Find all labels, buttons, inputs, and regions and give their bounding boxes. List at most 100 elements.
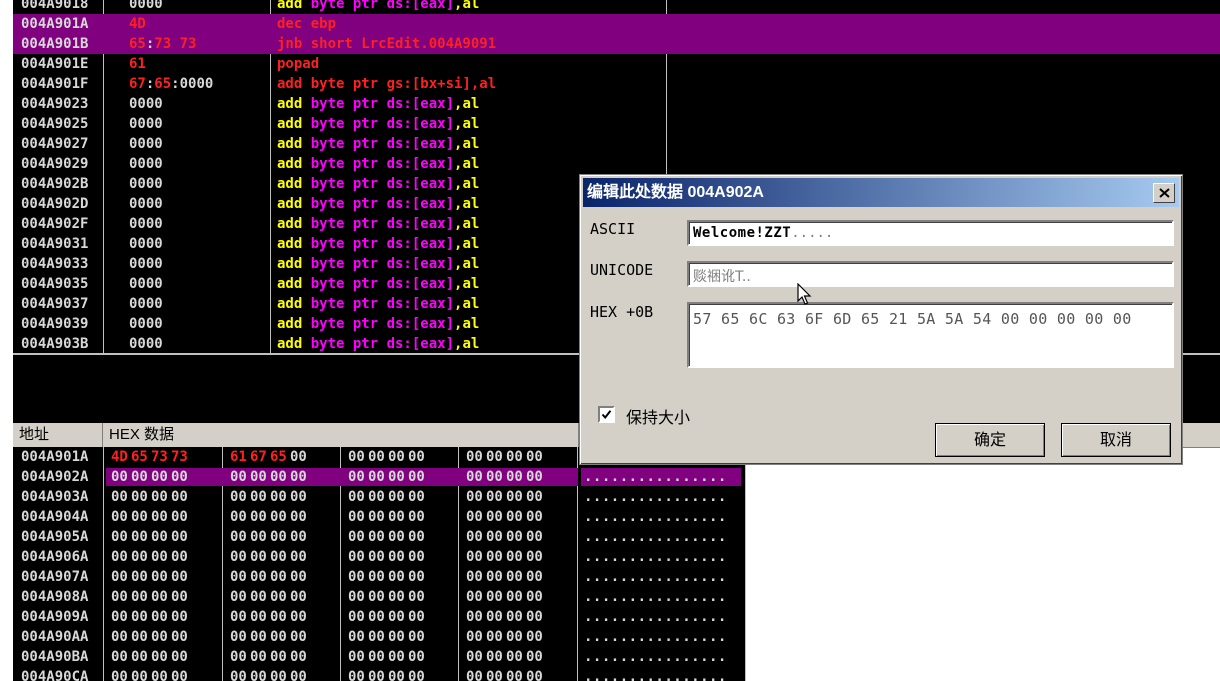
dump-byte: 00	[526, 609, 543, 625]
mouse-cursor-icon	[797, 283, 812, 305]
dump-byte: 00	[111, 549, 128, 565]
disasm-instruction: add byte ptr ds:[eax],al	[277, 334, 479, 353]
dump-row[interactable]: 004A90BA 00 00 00 00 00 00 00 00 00 00 00 00 00 00 00 00…	[13, 647, 746, 667]
disasm-row[interactable]: 004A9023 0000 add byte ptr ds:[eax],al	[13, 94, 1220, 114]
disasm-row[interactable]: 004A9027 0000 add byte ptr ds:[eax],al	[13, 134, 1220, 154]
dump-ascii: ................	[584, 469, 727, 485]
disasm-address: 004A901F	[21, 76, 89, 92]
dump-byte: 00	[368, 489, 385, 505]
hex-input[interactable]: 57 65 6C 63 6F 6D 65 21 5A 5A 54 00 00 0…	[687, 302, 1174, 368]
dump-row[interactable]: 004A905A 00 00 00 00 00 00 00 00 00 00 00 00 00 00 00 00…	[13, 527, 746, 547]
dump-row[interactable]: 004A90CA 00 00 00 00 00 00 00 00 00 00 00 00 00 00 00 00…	[13, 667, 746, 681]
dump-row[interactable]: 004A90AA 00 00 00 00 00 00 00 00 00 00 00 00 00 00 00 00…	[13, 627, 746, 647]
dump-byte: 00	[131, 589, 148, 605]
disasm-row[interactable]: 004A901F 67:65:0000 add byte ptr gs:[bx+si…	[13, 74, 1220, 94]
disasm-row[interactable]: 004A9018 0000 add byte ptr ds:[eax],al	[13, 0, 1220, 14]
dump-row[interactable]: 004A909A 00 00 00 00 00 00 00 00 00 00 00 00 00 00 00 00…	[13, 607, 746, 627]
dump-address: 004A90AA	[21, 629, 89, 645]
dump-byte: 00	[408, 529, 425, 545]
disasm-address: 004A901A	[21, 16, 89, 32]
dump-byte: 00	[111, 569, 128, 585]
instruction-segment: byte ptr ds:[eax]	[310, 336, 455, 352]
dump-byte: 00	[486, 449, 503, 465]
hex-segment: 0000	[129, 336, 163, 352]
header-hex-data[interactable]: HEX 数据	[103, 423, 579, 447]
dialog-title: 编辑此处数据 004A902A	[587, 184, 764, 201]
hex-segment: 73 73	[154, 36, 197, 52]
dump-body[interactable]: 004A901A 4D 65 73 73 61 67 65 00 00 00 00 00 00 00 00 00…	[13, 447, 746, 681]
disasm-instruction: add byte ptr ds:[eax],al	[277, 294, 479, 314]
dump-row[interactable]: 004A906A 00 00 00 00 00 00 00 00 00 00 00 00 00 00 00 00…	[13, 547, 746, 567]
instruction-segment: ,al	[454, 136, 480, 152]
dump-byte: 00	[230, 589, 247, 605]
hex-segment: 0000	[129, 96, 163, 112]
dump-byte: 00	[171, 549, 188, 565]
disasm-instruction: popad	[277, 54, 319, 74]
dump-byte: 00	[171, 629, 188, 645]
dump-byte: 00	[348, 569, 365, 585]
instruction-segment: byte ptr ds:[eax]	[310, 136, 455, 152]
dump-byte: 00	[270, 609, 287, 625]
dump-byte: 00	[111, 509, 128, 525]
dump-byte: 00	[111, 609, 128, 625]
dump-byte: 00	[486, 649, 503, 665]
close-icon	[1159, 188, 1170, 198]
dump-byte: 00	[290, 609, 307, 625]
dump-byte: 00	[368, 529, 385, 545]
dump-byte: 00	[486, 669, 503, 681]
dump-byte: 00	[111, 489, 128, 505]
disasm-row[interactable]: 004A9029 0000 add byte ptr ds:[eax],al	[13, 154, 1220, 174]
dump-byte: 00	[131, 629, 148, 645]
dump-row[interactable]: 004A902A 00 00 00 00 00 00 00 00 00 00 00 00 00 00 00 00…	[13, 467, 746, 487]
disasm-instruction: add byte ptr ds:[eax],al	[277, 254, 479, 274]
dump-byte: 00	[348, 669, 365, 681]
instruction-segment: byte ptr ds:[eax]	[310, 256, 455, 272]
disasm-hex: 4D	[129, 14, 146, 34]
dump-byte: 00	[111, 649, 128, 665]
disasm-address: 004A9035	[21, 276, 89, 292]
dump-byte: 00	[171, 569, 188, 585]
dump-byte: 00	[131, 509, 148, 525]
dump-byte: 00	[486, 489, 503, 505]
dump-byte: 00	[388, 569, 405, 585]
hex-segment: 0000	[129, 116, 163, 132]
ascii-input[interactable]: Welcome!ZZT.....	[687, 220, 1174, 246]
instruction-segment: byte ptr ds:[eax]	[310, 116, 455, 132]
dump-byte: 00	[506, 649, 523, 665]
dump-row[interactable]: 004A908A 00 00 00 00 00 00 00 00 00 00 00 00 00 00 00 00…	[13, 587, 746, 607]
dump-byte: 00	[151, 629, 168, 645]
dialog-titlebar[interactable]: 编辑此处数据 004A902A	[583, 178, 1179, 207]
close-button[interactable]	[1153, 183, 1175, 203]
dump-row[interactable]: 004A903A 00 00 00 00 00 00 00 00 00 00 00 00 00 00 00 00…	[13, 487, 746, 507]
instruction-segment: byte ptr ds:[eax]	[310, 276, 455, 292]
dump-byte: 00	[290, 669, 307, 681]
disasm-address: 004A902D	[21, 196, 89, 212]
disasm-row[interactable]: 004A9025 0000 add byte ptr ds:[eax],al	[13, 114, 1220, 134]
cancel-button[interactable]: 取消	[1061, 423, 1171, 457]
dump-byte: 00	[290, 549, 307, 565]
dump-row[interactable]: 004A907A 00 00 00 00 00 00 00 00 00 00 00 00 00 00 00 00…	[13, 567, 746, 587]
dump-address: 004A909A	[21, 609, 89, 625]
disasm-row[interactable]: 004A901A 4D dec ebp	[13, 14, 1220, 34]
dump-byte: 00	[368, 629, 385, 645]
header-address[interactable]: 地址	[13, 423, 103, 447]
disasm-row[interactable]: 004A901E 61 popad	[13, 54, 1220, 74]
dump-row[interactable]: 004A904A 00 00 00 00 00 00 00 00 00 00 00 00 00 00 00 00…	[13, 507, 746, 527]
hex-segment: 0000	[129, 316, 163, 332]
dump-byte: 00	[388, 629, 405, 645]
dump-byte: 00	[290, 529, 307, 545]
disasm-hex: 0000	[129, 174, 163, 194]
dump-byte: 00	[466, 489, 483, 505]
dump-byte: 00	[131, 529, 148, 545]
disasm-hex: 0000	[129, 154, 163, 174]
instruction-segment: add	[277, 156, 311, 172]
unicode-input[interactable]: 赕祵讹T..	[687, 261, 1174, 287]
ok-button[interactable]: 确定	[935, 423, 1045, 457]
disasm-hex: 0000	[129, 114, 163, 134]
dump-byte: 00	[151, 469, 168, 485]
disasm-row[interactable]: 004A901B 65:73 73 jnb short LrcEdit.004A90…	[13, 34, 1220, 54]
dump-byte: 00	[408, 589, 425, 605]
checkbox-box[interactable]	[598, 406, 615, 423]
instruction-segment: byte ptr ds:[eax]	[310, 176, 455, 192]
instruction-segment: add	[277, 256, 311, 272]
